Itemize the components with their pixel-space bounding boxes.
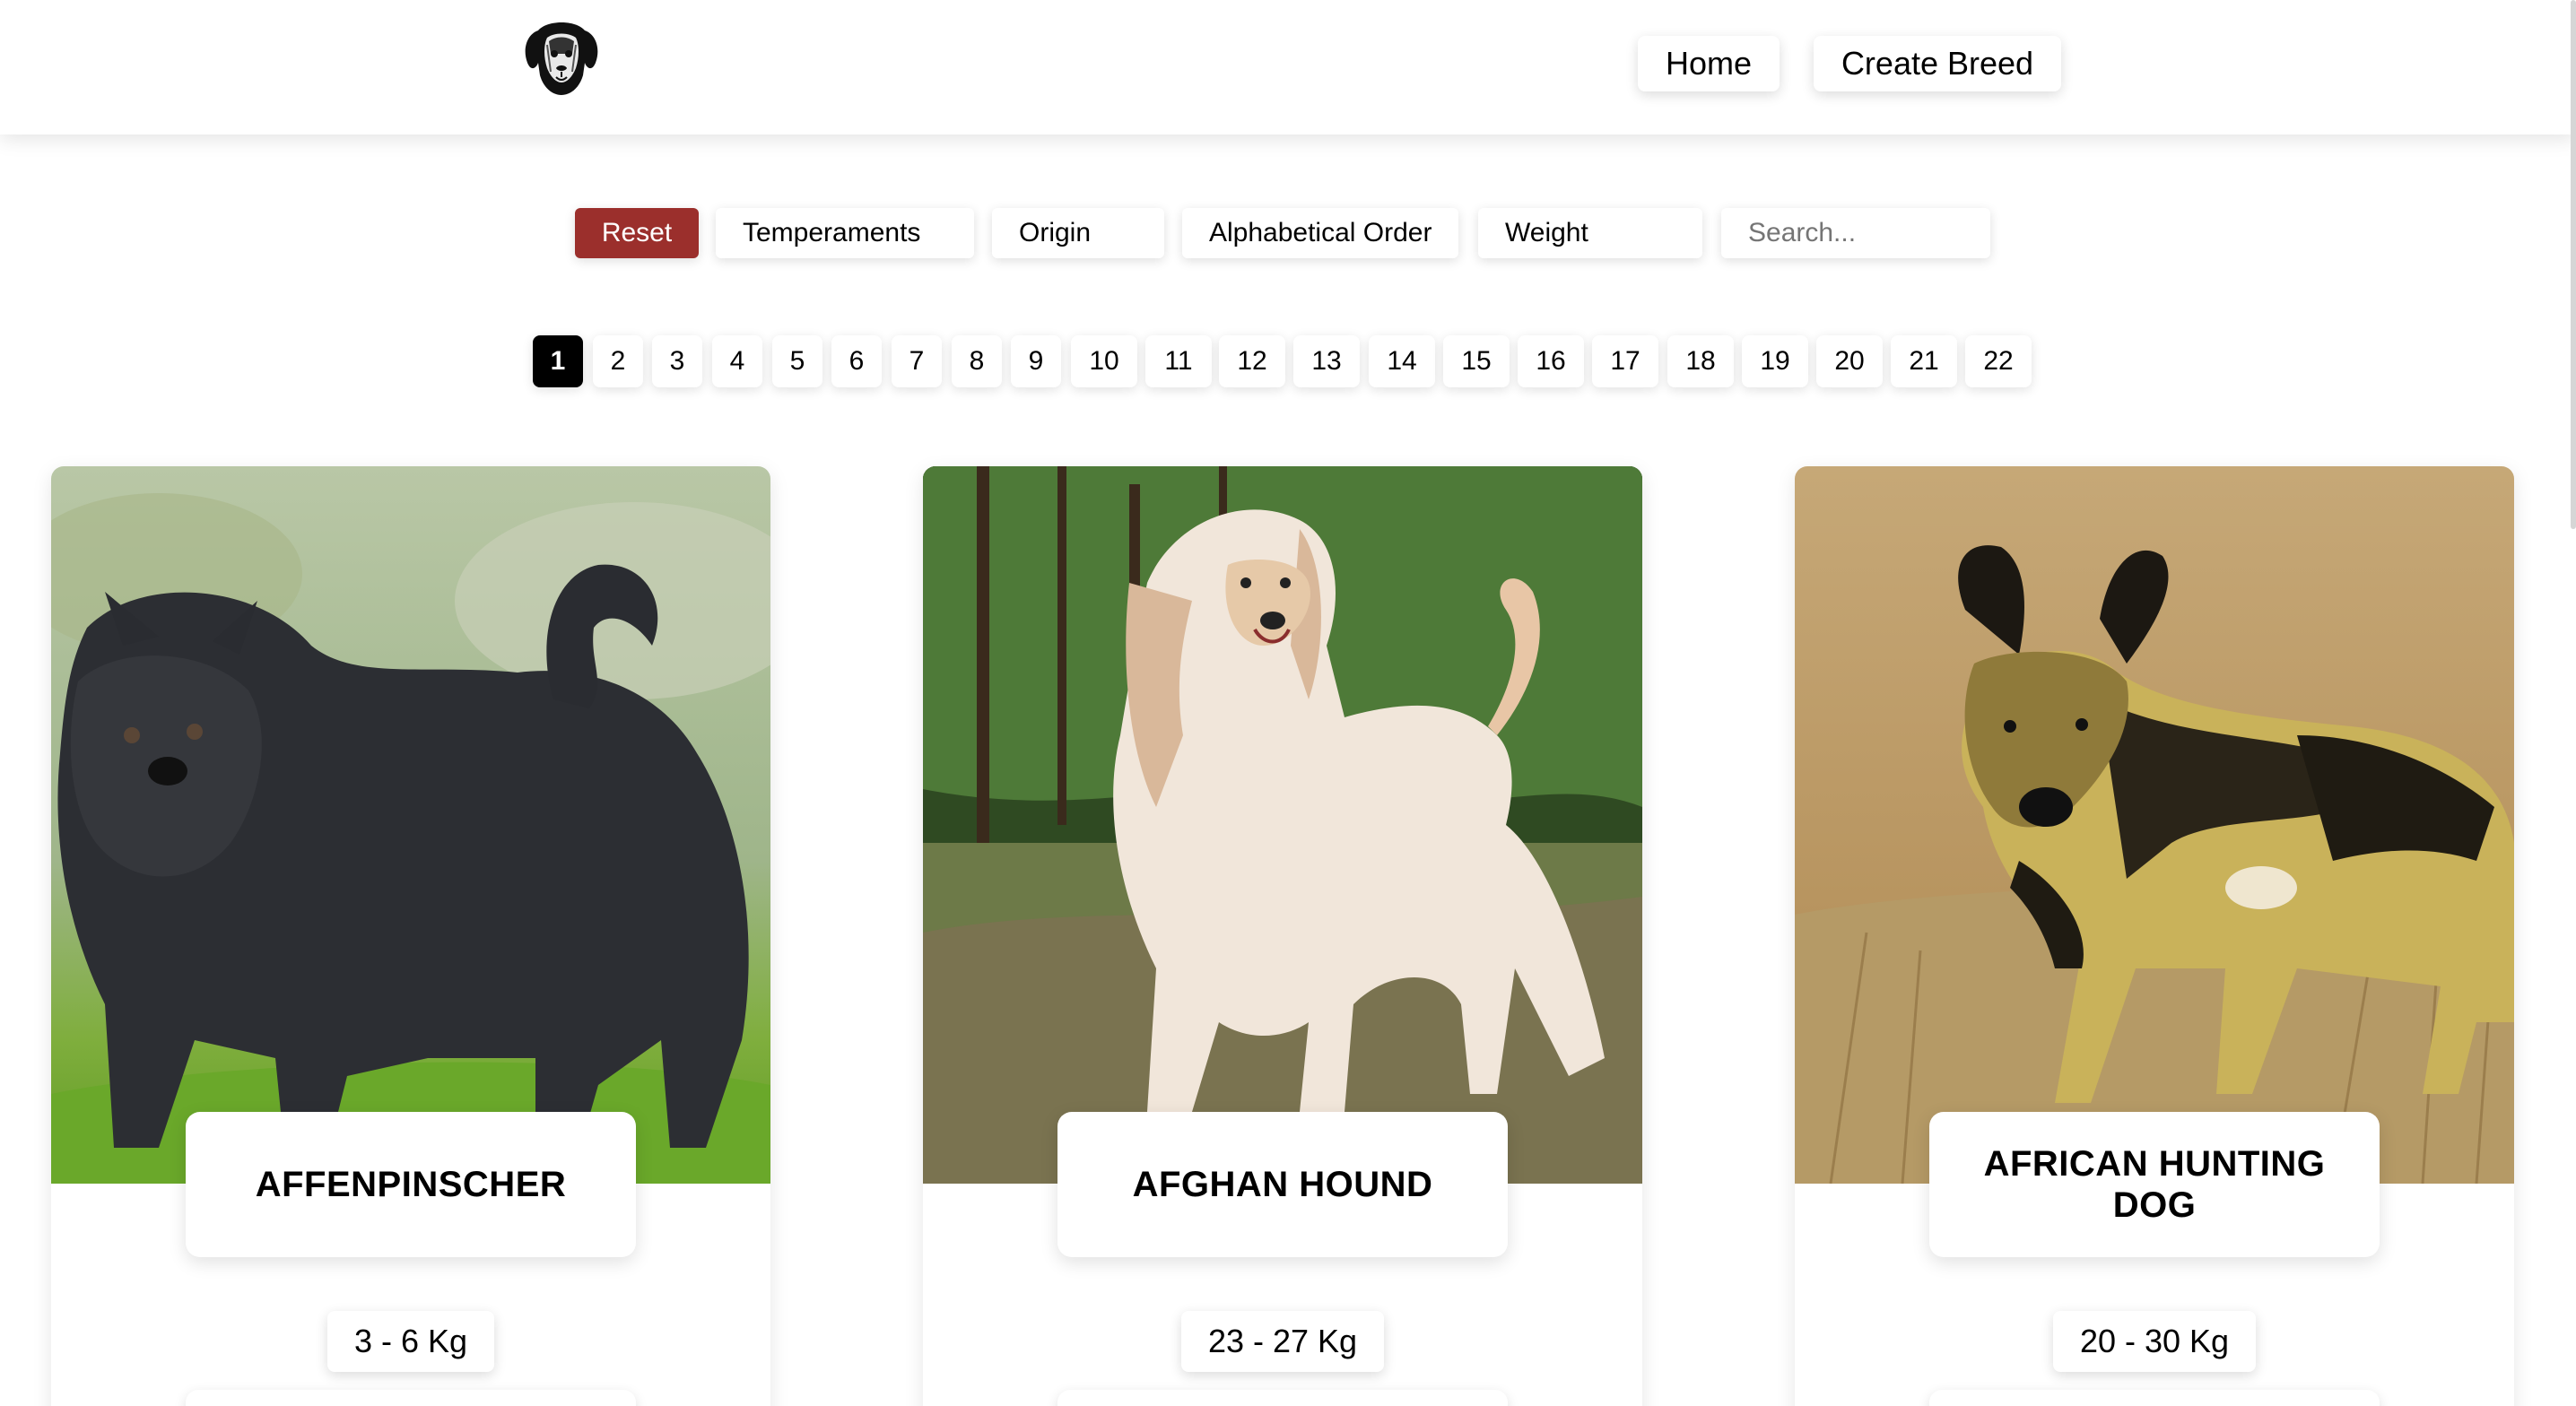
page-button-11[interactable]: 11 xyxy=(1145,335,1212,387)
page-button-19[interactable]: 19 xyxy=(1742,335,1808,387)
page-button-17[interactable]: 17 xyxy=(1592,335,1658,387)
breed-temperaments-box xyxy=(186,1390,636,1406)
page-button-8[interactable]: 8 xyxy=(952,335,1002,387)
afghan-hound-photo xyxy=(923,466,1642,1184)
page-button-15[interactable]: 15 xyxy=(1443,335,1510,387)
page-button-21[interactable]: 21 xyxy=(1891,335,1957,387)
page-button-18[interactable]: 18 xyxy=(1667,335,1734,387)
navbar: Home Create Breed xyxy=(0,0,2576,135)
breed-temperaments-box xyxy=(1057,1390,1508,1406)
alphabetical-order-select[interactable]: Alphabetical Order xyxy=(1182,208,1458,258)
page-button-16[interactable]: 16 xyxy=(1518,335,1584,387)
page-button-20[interactable]: 20 xyxy=(1816,335,1883,387)
page: Home Create Breed Reset Temperaments Ori… xyxy=(0,0,2576,1406)
create-breed-button[interactable]: Create Breed xyxy=(1814,36,2061,91)
temperaments-select[interactable]: Temperaments xyxy=(716,208,974,258)
breed-card[interactable]: AFRICAN HUNTING DOG 20 - 30 Kg xyxy=(1795,466,2514,1406)
breed-weight: 20 - 30 Kg xyxy=(2053,1311,2256,1372)
page-button-6[interactable]: 6 xyxy=(831,335,882,387)
weight-select[interactable]: Weight xyxy=(1478,208,1702,258)
page-button-10[interactable]: 10 xyxy=(1071,335,1137,387)
page-button-4[interactable]: 4 xyxy=(712,335,762,387)
page-button-9[interactable]: 9 xyxy=(1011,335,1061,387)
dog-head-logo-icon[interactable] xyxy=(520,18,603,97)
page-button-14[interactable]: 14 xyxy=(1369,335,1435,387)
breed-name: AFRICAN HUNTING DOG xyxy=(1929,1112,2380,1257)
page-button-2[interactable]: 2 xyxy=(593,335,643,387)
affenpinscher-photo xyxy=(51,466,770,1184)
breed-card[interactable]: AFFENPINSCHER 3 - 6 Kg xyxy=(51,466,770,1406)
breed-weight: 23 - 27 Kg xyxy=(1181,1311,1384,1372)
scrollbar[interactable] xyxy=(2571,0,2576,529)
page-button-3[interactable]: 3 xyxy=(652,335,702,387)
reset-button[interactable]: Reset xyxy=(575,208,699,258)
breed-weight: 3 - 6 Kg xyxy=(327,1311,494,1372)
african-hunting-dog-photo xyxy=(1795,466,2514,1184)
breed-name: AFGHAN HOUND xyxy=(1057,1112,1508,1257)
page-button-7[interactable]: 7 xyxy=(892,335,942,387)
page-button-5[interactable]: 5 xyxy=(772,335,822,387)
home-button[interactable]: Home xyxy=(1638,36,1780,91)
page-button-1[interactable]: 1 xyxy=(533,335,583,387)
breed-card[interactable]: AFGHAN HOUND 23 - 27 Kg xyxy=(923,466,1642,1406)
pagination: 1 2 3 4 5 6 7 8 9 10 11 12 13 14 15 16 1… xyxy=(0,335,2576,387)
search-input[interactable]: Search... xyxy=(1721,208,1990,258)
page-button-13[interactable]: 13 xyxy=(1293,335,1360,387)
page-button-22[interactable]: 22 xyxy=(1965,335,2032,387)
filter-bar: Reset Temperaments Origin Alphabetical O… xyxy=(0,208,2576,258)
breed-temperaments-box xyxy=(1929,1390,2380,1406)
page-button-12[interactable]: 12 xyxy=(1219,335,1285,387)
breed-name: AFFENPINSCHER xyxy=(186,1112,636,1257)
origin-select[interactable]: Origin xyxy=(992,208,1164,258)
